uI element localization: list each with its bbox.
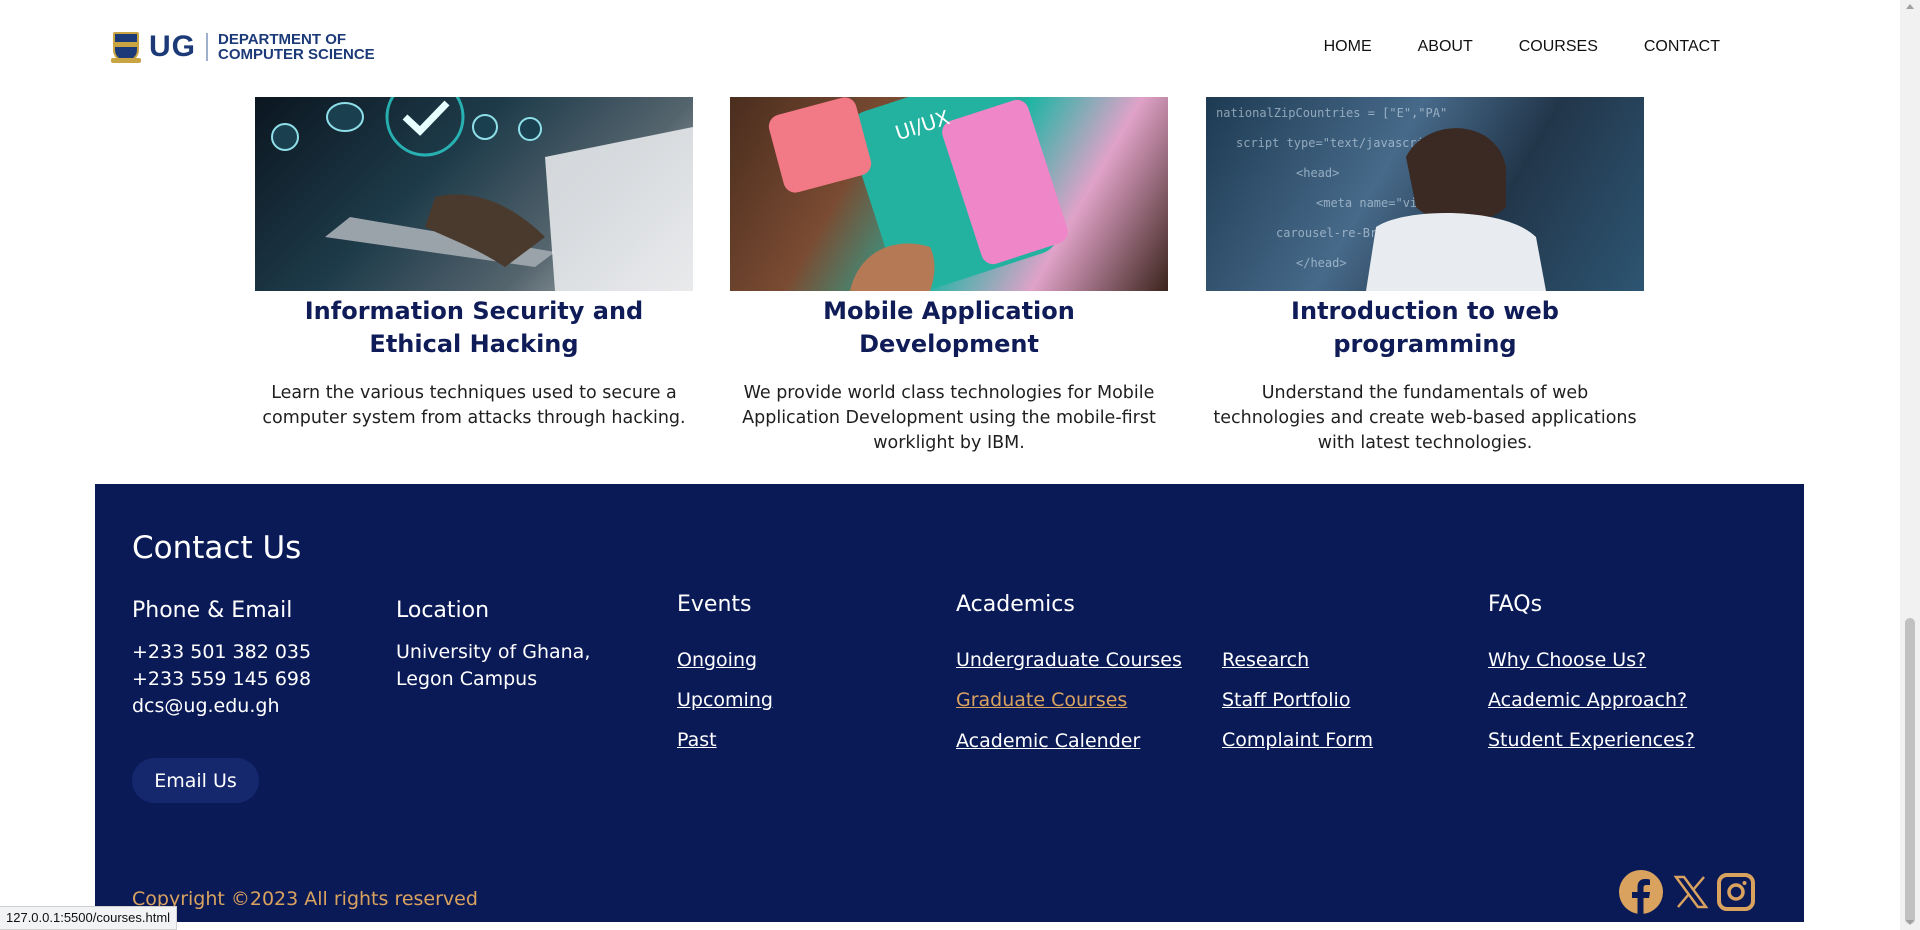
nav-courses[interactable]: COURSES bbox=[1519, 38, 1598, 56]
phone-2: +233 559 145 698 bbox=[132, 668, 312, 690]
course-title: Mobile Application Development bbox=[823, 297, 1075, 358]
main-nav: HOME ABOUT COURSES CONTACT bbox=[1324, 38, 1720, 56]
research-link[interactable]: Research bbox=[1222, 649, 1309, 671]
footer-contact: Contact Us Phone & Email +233 501 382 03… bbox=[95, 484, 1804, 922]
email-address: dcs@ug.edu.gh bbox=[132, 695, 280, 717]
course-description: Understand the fundamentals of web techn… bbox=[1213, 383, 1637, 453]
copyright-text: Copyright ©2023 All rights reserved bbox=[132, 888, 478, 910]
course-description: Learn the various techniques used to sec… bbox=[262, 383, 686, 428]
scroll-up-arrow-icon[interactable] bbox=[1906, 4, 1914, 9]
undergraduate-courses-link[interactable]: Undergraduate Courses bbox=[956, 649, 1182, 671]
events-ongoing-link[interactable]: Ongoing bbox=[677, 649, 757, 671]
status-url-bar: 127.0.0.1:5500/courses.html bbox=[0, 906, 178, 930]
course-image-security bbox=[255, 97, 693, 291]
events-heading: Events bbox=[677, 592, 752, 617]
course-description: We provide world class technologies for … bbox=[742, 383, 1156, 453]
email-us-button[interactable]: Email Us bbox=[132, 758, 259, 803]
svg-text:<head>: <head> bbox=[1296, 166, 1339, 180]
site-header: UG DEPARTMENT OF COMPUTER SCIENCE HOME A… bbox=[0, 0, 1900, 97]
complaint-form-link[interactable]: Complaint Form bbox=[1222, 729, 1373, 751]
x-icon[interactable] bbox=[1673, 874, 1709, 910]
logo-line-2: COMPUTER SCIENCE bbox=[218, 46, 375, 63]
course-title: Information Security and Ethical Hacking bbox=[304, 297, 644, 358]
course-card-mobile: UI/UX Mobile Application Development We … bbox=[730, 97, 1168, 456]
svg-text:nationalZipCountries = ["E","P: nationalZipCountries = ["E","PA" bbox=[1216, 106, 1447, 120]
location-line-2: Legon Campus bbox=[396, 668, 538, 690]
logo-divider bbox=[206, 33, 208, 61]
nav-home[interactable]: HOME bbox=[1324, 38, 1372, 56]
events-past-link[interactable]: Past bbox=[677, 729, 717, 751]
scroll-down-arrow-icon[interactable] bbox=[1906, 920, 1914, 925]
web-illustration: nationalZipCountries = ["E","PA" script … bbox=[1216, 106, 1546, 291]
why-choose-us-link[interactable]: Why Choose Us? bbox=[1488, 649, 1646, 671]
phone-email-heading: Phone & Email bbox=[132, 598, 293, 623]
location-line-1: University of Ghana, bbox=[396, 641, 591, 663]
logo-short: UG bbox=[149, 30, 196, 63]
svg-text:</head>: </head> bbox=[1296, 256, 1347, 270]
staff-portfolio-link[interactable]: Staff Portfolio bbox=[1222, 689, 1350, 711]
ug-crest-icon bbox=[111, 30, 141, 64]
mobile-illustration: UI/UX bbox=[768, 97, 1068, 291]
events-upcoming-link[interactable]: Upcoming bbox=[677, 689, 773, 711]
facebook-icon[interactable] bbox=[1619, 870, 1663, 914]
logo-line-1: DEPARTMENT OF bbox=[218, 31, 347, 48]
scrollbar-thumb[interactable] bbox=[1905, 618, 1915, 924]
location-heading: Location bbox=[396, 598, 490, 623]
course-card-security: Information Security and Ethical Hacking… bbox=[255, 97, 693, 431]
course-image-web: nationalZipCountries = ["E","PA" script … bbox=[1206, 97, 1644, 291]
course-title: Introduction to web programming bbox=[1291, 297, 1559, 358]
security-illustration bbox=[271, 97, 693, 291]
academics-heading: Academics bbox=[956, 592, 1075, 617]
nav-contact[interactable]: CONTACT bbox=[1644, 38, 1720, 56]
academic-approach-link[interactable]: Academic Approach? bbox=[1488, 689, 1687, 711]
logo-department: DEPARTMENT OF COMPUTER SCIENCE bbox=[218, 32, 375, 62]
student-experiences-link[interactable]: Student Experiences? bbox=[1488, 729, 1695, 751]
academic-calender-link[interactable]: Academic Calender bbox=[956, 730, 1140, 752]
phone-1: +233 501 382 035 bbox=[132, 641, 312, 663]
graduate-courses-link[interactable]: Graduate Courses bbox=[956, 689, 1127, 711]
site-logo[interactable]: UG DEPARTMENT OF COMPUTER SCIENCE bbox=[111, 30, 375, 64]
faqs-heading: FAQs bbox=[1488, 592, 1543, 617]
footer-title: Contact Us bbox=[132, 530, 302, 566]
course-card-web: nationalZipCountries = ["E","PA" script … bbox=[1206, 97, 1644, 456]
course-image-mobile: UI/UX bbox=[730, 97, 1168, 291]
nav-about[interactable]: ABOUT bbox=[1418, 38, 1473, 56]
instagram-icon[interactable] bbox=[1717, 873, 1755, 911]
page-scrollbar[interactable] bbox=[1900, 0, 1920, 930]
